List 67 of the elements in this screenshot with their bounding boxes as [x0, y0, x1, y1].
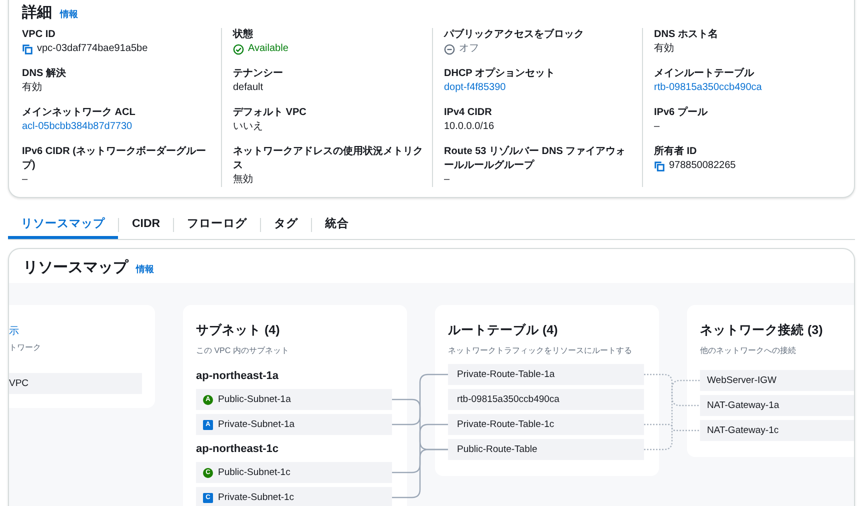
- field-link[interactable]: acl-05bcbb384b87d7730: [22, 120, 213, 134]
- field-value: vpc-03daf774bae91a5be: [37, 42, 148, 56]
- subnet-name: Private-Subnet-1a: [218, 419, 295, 430]
- route-table-item[interactable]: Private-Route-Table-1c: [448, 414, 644, 435]
- section-title: リソースマップ: [23, 258, 128, 277]
- section-title: 詳細: [22, 3, 52, 22]
- card-title: サブネット (4): [196, 322, 281, 339]
- connection-item[interactable]: WebServer-IGW: [700, 370, 854, 391]
- field-label: Route 53 リゾルバー DNS ファイアウォールルールグループ: [444, 145, 627, 173]
- field-link[interactable]: rtb-09815a350ccb490ca: [654, 81, 846, 95]
- field-label: 所有者 ID: [654, 145, 698, 159]
- field-value: 978850082265: [669, 159, 736, 173]
- field-value: –: [22, 173, 29, 187]
- zone-heading: ap-northeast-1a: [196, 370, 280, 382]
- field-label: DHCP オプションセット: [444, 67, 556, 81]
- copy-icon[interactable]: [654, 160, 665, 172]
- tab[interactable]: CIDR: [119, 212, 174, 238]
- card-title: ルートテーブル (4): [448, 322, 559, 339]
- field-value: いいえ: [233, 120, 264, 134]
- subnet-name: Private-Subnet-1c: [218, 492, 294, 503]
- zone-heading: ap-northeast-1c: [196, 443, 280, 455]
- field-label: メインネットワーク ACL: [22, 106, 136, 120]
- check-circle-icon: [233, 44, 244, 54]
- card-title: ネットワーク接続 (3): [700, 322, 824, 339]
- field-value: default: [233, 81, 264, 95]
- tab[interactable]: リソースマップ: [8, 210, 118, 239]
- route-table-item[interactable]: Private-Route-Table-1a: [448, 364, 644, 385]
- tab[interactable]: 統合: [312, 210, 362, 239]
- tab[interactable]: フローログ: [174, 210, 260, 239]
- field-label: IPv6 CIDR (ネットワークボーダーグループ): [22, 145, 207, 173]
- info-link[interactable]: 情報: [60, 8, 78, 21]
- field-label: ネットワークアドレスの使用状況メトリクス: [233, 145, 424, 173]
- status-text: Available: [248, 42, 288, 56]
- connection-item[interactable]: NAT-Gateway-1c: [700, 420, 854, 441]
- card-subtitle: ネットワークトラフィックをリソースにルートする: [448, 345, 633, 356]
- field-value: 無効: [233, 173, 254, 187]
- field-label: VPC ID: [22, 28, 56, 42]
- copy-icon[interactable]: [22, 44, 33, 54]
- field-value: –: [444, 173, 451, 187]
- route-table-item[interactable]: Public-Route-Table: [448, 439, 644, 460]
- minus-circle-icon: [444, 44, 455, 54]
- field-value: –: [654, 120, 661, 134]
- field-label: IPv4 CIDR: [444, 106, 493, 120]
- field-label: デフォルト VPC: [233, 106, 308, 120]
- field-label: 状態: [233, 28, 254, 42]
- subnet-name: Public-Subnet-1a: [218, 394, 291, 405]
- status-text: オフ: [459, 42, 479, 56]
- field-value: 有効: [22, 81, 43, 95]
- field-label: テナンシー: [233, 67, 284, 81]
- field-label: パブリックアクセスをブロック: [444, 28, 585, 42]
- resource-item[interactable]: VPC: [9, 373, 142, 394]
- card-subtitle: 他のネットワークへの接続: [700, 345, 797, 356]
- field-label: DNS ホスト名: [654, 28, 719, 42]
- card-subtitle: この VPC 内のサブネット: [196, 345, 290, 356]
- show-link[interactable]: 示: [9, 324, 142, 338]
- info-link[interactable]: 情報: [136, 263, 154, 276]
- subnet-name: Public-Subnet-1c: [218, 467, 290, 478]
- field-label: IPv6 プール: [654, 106, 709, 120]
- connection-item[interactable]: NAT-Gateway-1a: [700, 395, 854, 416]
- field-label: DNS 解決: [22, 67, 67, 81]
- field-value: 10.0.0.0/16: [444, 120, 496, 134]
- card-subtitle: トワーク: [9, 342, 42, 353]
- route-table-item[interactable]: rtb-09815a350ccb490ca: [448, 389, 644, 410]
- field-label: メインルートテーブル: [654, 67, 756, 81]
- field-value: 有効: [654, 42, 675, 56]
- tab[interactable]: タグ: [261, 210, 312, 239]
- field-link[interactable]: dopt-f4f85390: [444, 81, 634, 95]
